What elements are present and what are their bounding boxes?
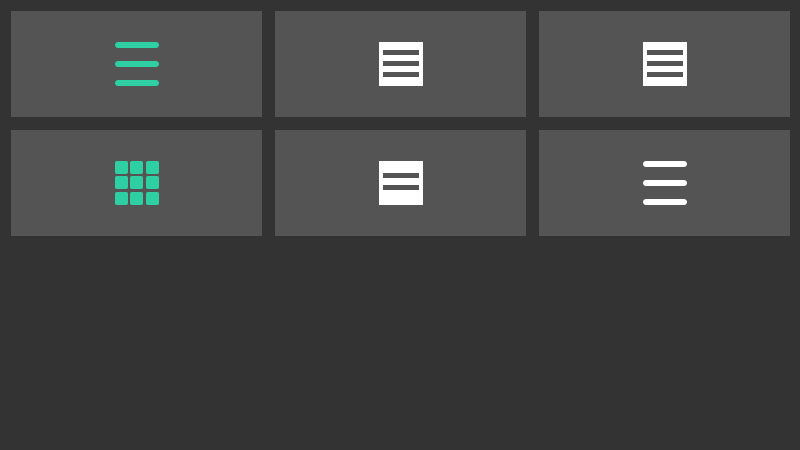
tile-hamburger-accent[interactable]	[11, 11, 262, 117]
tile-grid-apps[interactable]	[11, 130, 262, 236]
list-box-three-rows-icon	[378, 42, 423, 86]
grid-apps-icon	[114, 161, 159, 205]
tile-list-box-three[interactable]	[275, 11, 526, 117]
hamburger-menu-icon	[642, 161, 687, 205]
tile-list-box-two[interactable]	[275, 130, 526, 236]
tile-hamburger-white[interactable]	[539, 130, 790, 236]
list-box-two-rows-icon	[378, 161, 423, 205]
hamburger-menu-icon	[114, 42, 159, 86]
tile-list-box-three-2[interactable]	[539, 11, 790, 117]
icon-tile-grid	[11, 11, 790, 236]
list-box-three-rows-icon	[642, 42, 687, 86]
